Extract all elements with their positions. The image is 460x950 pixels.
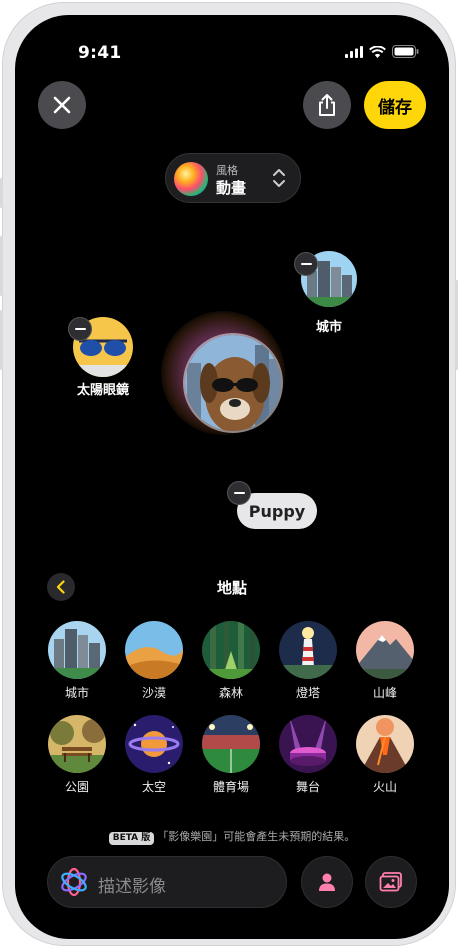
- suggestion-volcano[interactable]: 火山: [355, 715, 415, 795]
- suggestion-city[interactable]: 城市: [47, 621, 107, 701]
- style-picker[interactable]: 風格 動畫: [165, 153, 301, 203]
- space-thumbnail-icon: [125, 715, 183, 773]
- action-button: [0, 178, 3, 208]
- style-value: 動畫: [216, 179, 247, 197]
- suggestion-stadium[interactable]: 體育場: [201, 715, 261, 795]
- city-thumbnail-icon: [48, 621, 106, 679]
- mountain-thumbnail-icon: [356, 621, 414, 679]
- beta-badge: BETA 版: [108, 832, 155, 845]
- suggestion-desert[interactable]: 沙漠: [124, 621, 184, 701]
- status-time: 9:41: [78, 43, 122, 63]
- suggestion-label: 山峰: [372, 686, 397, 700]
- close-button[interactable]: [38, 81, 86, 129]
- concept-sunglasses-label: 太陽眼鏡: [76, 383, 129, 398]
- suggestion-label: 森林: [218, 686, 243, 700]
- remove-city-button[interactable]: [294, 252, 318, 276]
- stadium-thumbnail-icon: [202, 715, 260, 773]
- concept-city-label: 城市: [315, 320, 342, 335]
- screen: 9:41 儲存 風格 動畫 城市 太陽眼鏡 Puppy 地點 城市 沙漠 森林 …: [15, 15, 449, 939]
- share-icon: [319, 94, 335, 116]
- suggestion-label: 火山: [372, 780, 397, 794]
- person-button[interactable]: [301, 856, 353, 908]
- photo-library-button[interactable]: [365, 856, 417, 908]
- style-caption: 風格: [216, 164, 238, 177]
- chevron-up-down-icon: [273, 169, 285, 187]
- remove-puppy-button[interactable]: [227, 481, 251, 505]
- suggestion-forest[interactable]: 森林: [201, 621, 261, 701]
- suggestion-label: 舞台: [295, 780, 320, 794]
- suggestion-space[interactable]: 太空: [124, 715, 184, 795]
- stage-thumbnail-icon: [279, 715, 337, 773]
- volume-down-button: [0, 310, 3, 370]
- style-thumbnail-icon: [174, 162, 208, 196]
- suggestion-label: 燈塔: [295, 686, 320, 700]
- suggestion-lighthouse[interactable]: 燈塔: [278, 621, 338, 701]
- suggestion-park[interactable]: 公園: [47, 715, 107, 795]
- suggestion-label: 城市: [64, 686, 89, 700]
- volume-up-button: [0, 236, 3, 296]
- prompt-placeholder: 描述影像: [98, 877, 166, 897]
- person-icon: [319, 873, 335, 891]
- remove-sunglasses-button[interactable]: [68, 317, 92, 341]
- suggestion-label: 沙漠: [141, 686, 166, 700]
- cellular-signal-icon: [345, 45, 363, 58]
- disclaimer-text: 「影像樂園」可能會產生未預期的結果。: [157, 830, 356, 843]
- prompt-field[interactable]: 描述影像: [47, 856, 287, 908]
- suggestions-title: 地點: [216, 579, 247, 597]
- forest-thumbnail-icon: [202, 621, 260, 679]
- share-button[interactable]: [303, 81, 351, 129]
- suggestion-label: 太空: [141, 780, 166, 794]
- image-playground-icon: [61, 867, 87, 897]
- suggestion-stage[interactable]: 舞台: [278, 715, 338, 795]
- side-button: [455, 280, 458, 370]
- desert-thumbnail-icon: [125, 621, 183, 679]
- suggestion-mountain[interactable]: 山峰: [355, 621, 415, 701]
- suggestion-label: 體育場: [212, 780, 249, 794]
- wifi-icon: [369, 45, 386, 58]
- close-icon: [53, 96, 71, 114]
- status-icons: [345, 45, 419, 58]
- park-thumbnail-icon: [48, 715, 106, 773]
- lighthouse-thumbnail-icon: [279, 621, 337, 679]
- device-frame: 9:41 儲存 風格 動畫 城市 太陽眼鏡 Puppy 地點 城市 沙漠 森林 …: [2, 2, 456, 946]
- save-button[interactable]: 儲存: [364, 81, 426, 129]
- generated-image[interactable]: [183, 333, 283, 433]
- suggestion-label: 公園: [64, 780, 89, 794]
- puppy-preview-icon: [185, 335, 281, 431]
- volcano-thumbnail-icon: [356, 715, 414, 773]
- photo-library-icon: [379, 872, 402, 892]
- disclaimer: BETA 版「影像樂園」可能會產生未預期的結果。: [15, 828, 449, 845]
- battery-icon: [392, 45, 419, 58]
